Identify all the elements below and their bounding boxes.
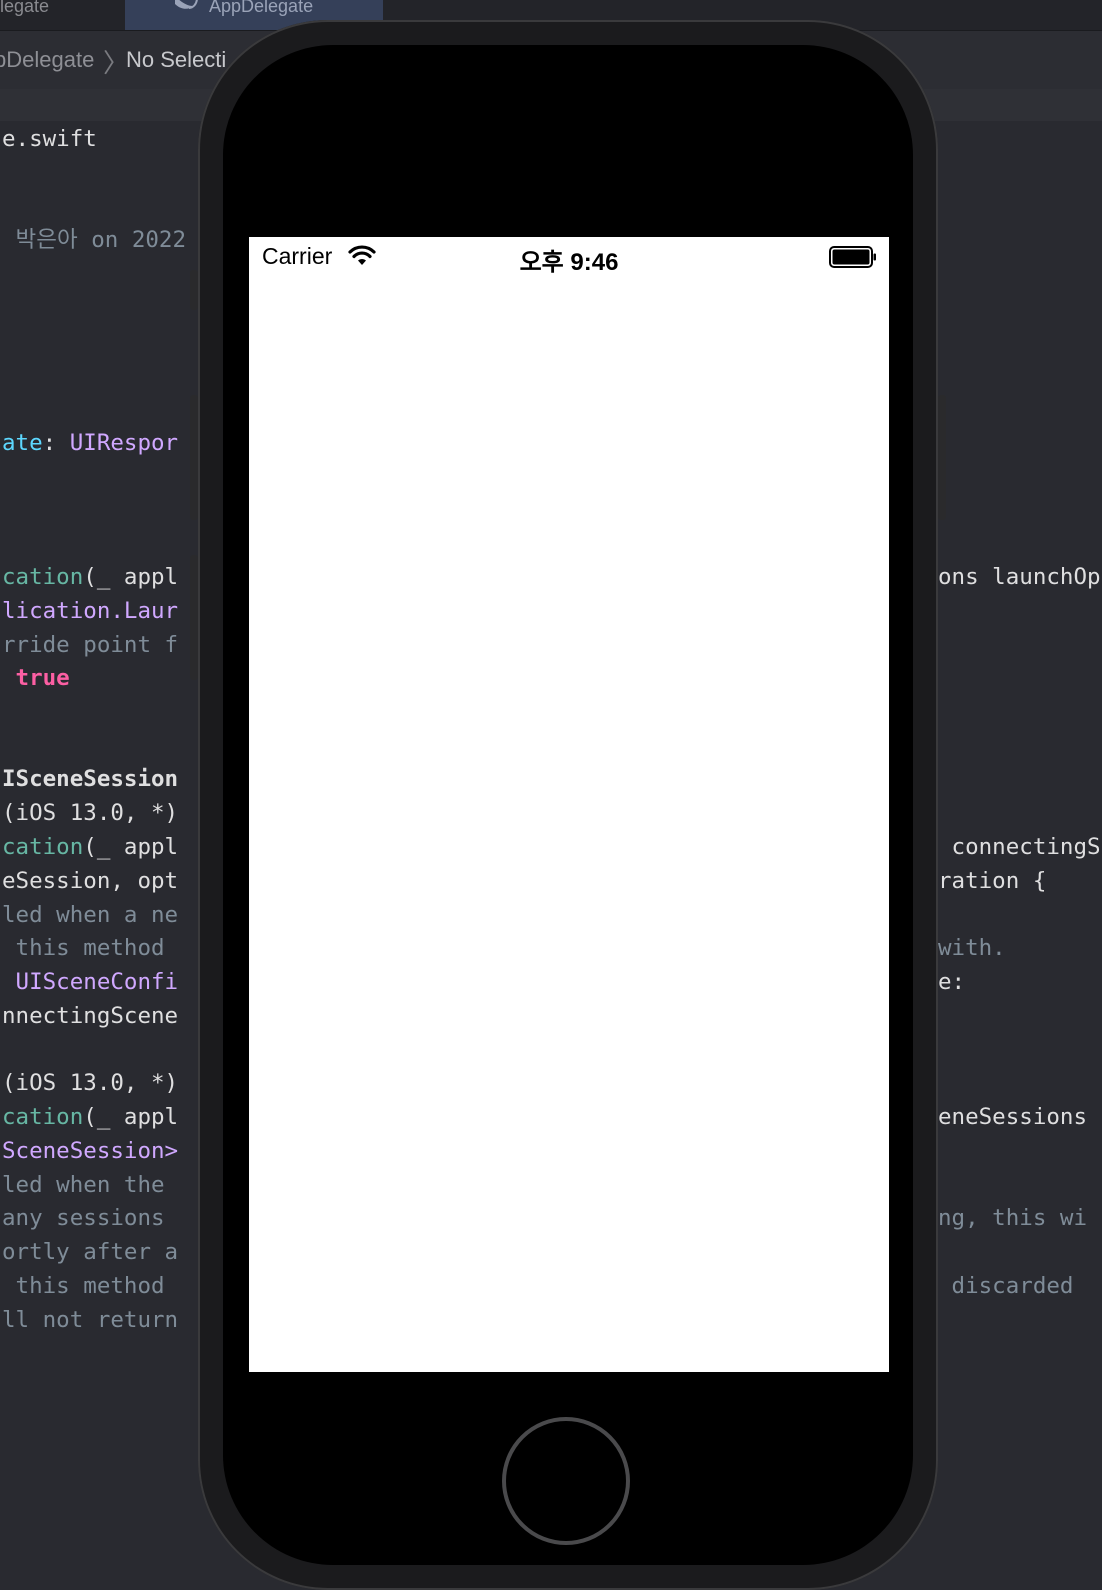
code-line: led when the — [2, 1172, 179, 1198]
code-line: cation(_ appl — [2, 834, 179, 860]
silent-switch[interactable] — [190, 270, 198, 310]
code-line: connectingS — [938, 834, 1101, 860]
code-line: ons launchOp — [938, 564, 1101, 590]
status-bar: Carrier 오후 9:46 — [249, 237, 889, 277]
code-line: cation(_ appl — [2, 1104, 179, 1130]
code-line: eneSessions — [938, 1104, 1088, 1130]
code-line: discarded — [938, 1273, 1074, 1299]
jumpbar-file-segment[interactable]: pDelegate — [0, 47, 94, 73]
code-line: ll not return — [2, 1307, 179, 1333]
jumpbar-selection-segment[interactable]: No Selecti — [126, 47, 226, 73]
code-line: UISceneConfi — [2, 969, 179, 995]
code-line: (iOS 13.0, *) — [2, 800, 179, 826]
volume-down-button[interactable] — [190, 555, 198, 680]
code-line: cation(_ appl — [2, 564, 179, 590]
battery-icon — [829, 246, 876, 268]
code-line: 박은아 on 2022 — [2, 227, 187, 253]
code-line: led when a ne — [2, 902, 179, 928]
code-line: eSession, opt — [2, 868, 179, 894]
code-line: e.swift — [2, 126, 97, 152]
simulator-screen[interactable]: Carrier 오후 9:46 — [249, 237, 889, 1372]
code-line: ration { — [938, 868, 1047, 894]
tab-label: elegate — [0, 0, 50, 16]
tab-appdelegate-left[interactable]: elegate — [0, 0, 125, 30]
volume-up-button[interactable] — [190, 395, 198, 520]
code-line: lication.Laur — [2, 598, 179, 624]
code-line: e: — [938, 969, 966, 995]
power-button[interactable] — [938, 395, 946, 520]
home-button[interactable] — [502, 1417, 630, 1545]
code-line: true — [2, 665, 70, 691]
code-line: rride point f — [2, 632, 179, 658]
code-line: ate: UIRespor — [2, 430, 179, 456]
code-line: ISceneSession — [2, 766, 179, 792]
code-line: this method — [2, 935, 179, 961]
code-line: ortly after a — [2, 1239, 179, 1265]
status-time: 오후 9:46 — [519, 249, 619, 276]
tab-label: AppDelegate — [209, 0, 314, 16]
code-line: (iOS 13.0, *) — [2, 1070, 179, 1096]
code-line: with. — [938, 935, 1006, 961]
code-line: any sessions — [2, 1205, 179, 1231]
code-line: SceneSession> — [2, 1138, 179, 1164]
code-line: nnectingScene — [2, 1003, 179, 1029]
code-line: ng, this wi — [938, 1205, 1088, 1231]
swift-file-icon — [175, 0, 198, 9]
code-line: this method — [2, 1273, 179, 1299]
